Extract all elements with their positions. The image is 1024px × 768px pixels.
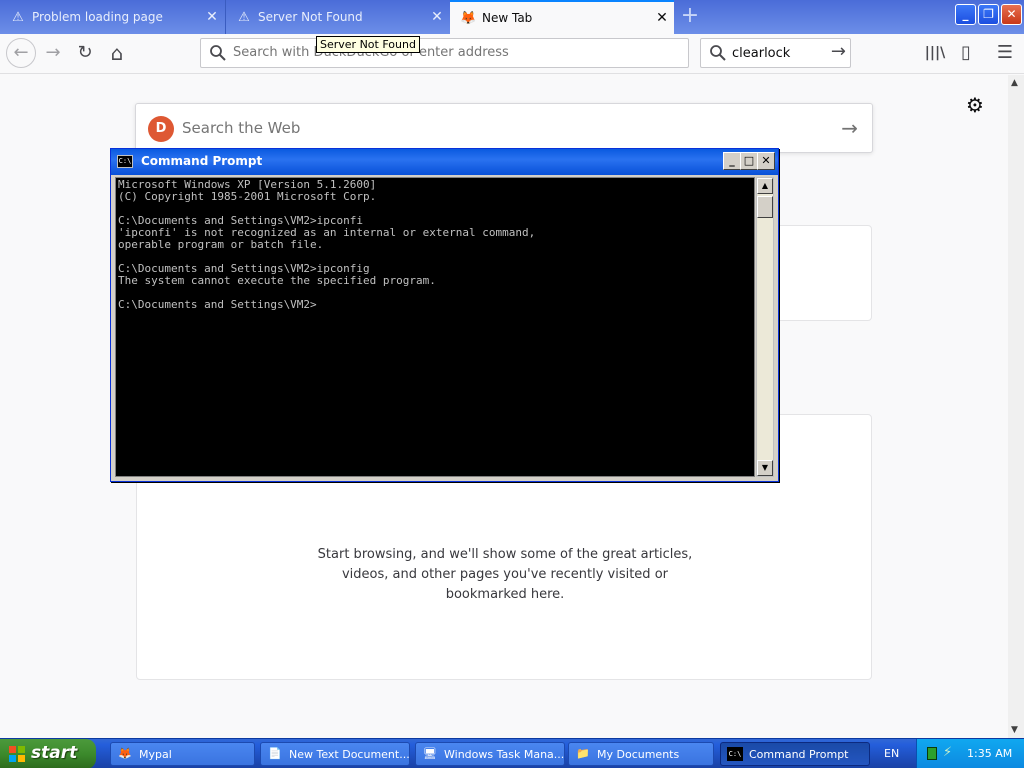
cmd-icon: C:\: [117, 155, 133, 168]
browser-icon: 🦊: [118, 747, 132, 760]
scroll-up-icon[interactable]: ▲: [757, 178, 773, 194]
taskbar: start 🦊 Mypal 📄 New Text Document.... 🖥 …: [0, 738, 1024, 768]
tab-strip: ⚠ Problem loading page ✕ ⚠ Server Not Fo…: [0, 0, 1024, 34]
start-label: start: [31, 743, 78, 763]
task-label: Command Prompt: [749, 747, 849, 761]
window-minimize-button[interactable]: _: [955, 4, 976, 25]
empty-message-line: videos, and other pages you've recently …: [341, 567, 668, 582]
scroll-down-icon[interactable]: ▼: [757, 460, 773, 476]
search-input[interactable]: clearlock: [732, 46, 790, 61]
tab-label: New Tab: [482, 11, 533, 25]
duckduckgo-icon: D: [148, 116, 174, 142]
back-button[interactable]: ←: [6, 38, 36, 68]
system-tray: ⚡ 1:35 AM: [916, 739, 1024, 768]
taskbar-item-command-prompt[interactable]: C:\ Command Prompt: [720, 742, 870, 766]
clock[interactable]: 1:35 AM: [967, 747, 1012, 760]
empty-message-line: bookmarked here.: [445, 587, 565, 602]
task-label: New Text Document....: [289, 747, 409, 761]
task-label: Windows Task Mana...: [444, 747, 564, 761]
url-bar[interactable]: [200, 38, 689, 68]
web-search-input[interactable]: [182, 119, 822, 137]
command-prompt-window[interactable]: C:\ Command Prompt _ □ ✕ Microsoft Windo…: [110, 148, 779, 482]
tab-label: Problem loading page: [32, 10, 163, 24]
windows-logo-icon: [9, 746, 25, 762]
cmd-titlebar[interactable]: C:\ Command Prompt _ □ ✕: [111, 149, 778, 175]
url-input[interactable]: [233, 45, 673, 60]
close-icon[interactable]: ✕: [200, 9, 224, 25]
web-search-box[interactable]: D →: [135, 103, 873, 153]
page-scrollbar[interactable]: ▲ ▼: [1008, 75, 1024, 738]
search-bar[interactable]: clearlock →: [700, 38, 851, 68]
cmd-maximize-button[interactable]: □: [740, 152, 758, 170]
menu-button[interactable]: ☰: [990, 39, 1020, 67]
window-restore-button[interactable]: ❐: [978, 4, 999, 25]
tray-app-icon[interactable]: [927, 747, 937, 760]
task-label: Mypal: [139, 747, 172, 761]
task-manager-icon: 🖥: [423, 747, 437, 760]
firefox-icon: 🦊: [460, 10, 477, 26]
cmd-scrollbar[interactable]: ▲ ▼: [756, 177, 774, 477]
start-button[interactable]: start: [0, 739, 96, 768]
window-close-button[interactable]: ✕: [1001, 4, 1022, 25]
warning-icon: ⚠: [12, 9, 24, 25]
tab-server-not-found[interactable]: ⚠ Server Not Found ✕: [225, 0, 449, 34]
close-icon[interactable]: ✕: [425, 9, 449, 25]
navigation-toolbar: ← → ↻ ⌂ clearlock → |||\ ▯ ☰: [0, 34, 1024, 74]
cmd-console[interactable]: Microsoft Windows XP [Version 5.1.2600] …: [115, 177, 755, 477]
new-tab-button[interactable]: +: [676, 4, 704, 30]
library-button[interactable]: |||\: [920, 39, 950, 67]
cmd-minimize-button[interactable]: _: [723, 152, 741, 170]
language-indicator[interactable]: EN: [884, 747, 899, 760]
network-icon[interactable]: ⚡: [943, 745, 952, 760]
forward-button[interactable]: →: [38, 39, 68, 67]
empty-message-line: Start browsing, and we'll show some of t…: [317, 547, 693, 562]
cmd-icon: C:\: [727, 747, 743, 761]
tab-label: Server Not Found: [258, 10, 363, 24]
notepad-icon: 📄: [268, 747, 282, 760]
scroll-down-icon[interactable]: ▼: [1011, 725, 1018, 735]
search-icon: [210, 45, 226, 61]
folder-icon: 📁: [576, 747, 590, 760]
scroll-up-icon[interactable]: ▲: [1011, 78, 1018, 88]
taskbar-item-mypal[interactable]: 🦊 Mypal: [110, 742, 255, 766]
cmd-title: Command Prompt: [141, 154, 263, 168]
task-label: My Documents: [597, 747, 680, 761]
search-icon: [710, 45, 726, 61]
tab-new-tab[interactable]: 🦊 New Tab ✕: [450, 0, 674, 34]
taskbar-item-my-documents[interactable]: 📁 My Documents: [568, 742, 714, 766]
taskbar-item-new-text-document[interactable]: 📄 New Text Document....: [260, 742, 410, 766]
sidebar-button[interactable]: ▯: [951, 39, 981, 67]
cmd-scroll-thumb[interactable]: [757, 196, 773, 218]
home-button[interactable]: ⌂: [102, 39, 132, 67]
warning-icon: ⚠: [238, 9, 250, 25]
taskbar-item-task-manager[interactable]: 🖥 Windows Task Mana...: [415, 742, 565, 766]
close-icon[interactable]: ✕: [650, 10, 674, 26]
reload-button[interactable]: ↻: [70, 39, 100, 67]
tooltip: Server Not Found: [316, 36, 420, 53]
tab-problem-loading-page[interactable]: ⚠ Problem loading page ✕: [0, 0, 224, 34]
gear-icon[interactable]: ⚙: [966, 93, 984, 117]
cmd-output: Microsoft Windows XP [Version 5.1.2600] …: [118, 178, 536, 311]
cmd-close-button[interactable]: ✕: [757, 152, 775, 170]
empty-state-message: Start browsing, and we'll show some of t…: [137, 545, 873, 605]
search-go-arrow-icon[interactable]: →: [831, 41, 846, 62]
arrow-right-icon[interactable]: →: [841, 116, 858, 140]
